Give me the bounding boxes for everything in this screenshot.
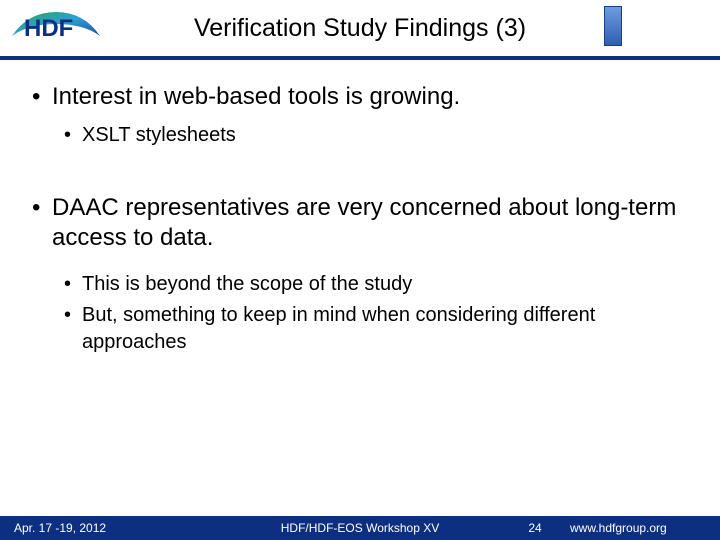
bullet-2-sub-1: This is beyond the scope of the study bbox=[52, 271, 692, 298]
slide-header: HDF Verification Study Findings (3) bbox=[0, 0, 720, 56]
hdf-logo: HDF bbox=[10, 6, 102, 46]
footer-page-number: 24 bbox=[500, 521, 570, 535]
footer-date: Apr. 17 -19, 2012 bbox=[0, 521, 220, 535]
bullet-2: DAAC representatives are very concerned … bbox=[28, 193, 692, 356]
bullet-2-sub-2: But, something to keep in mind when cons… bbox=[52, 302, 692, 356]
bullet-1-sub-1: XSLT stylesheets bbox=[52, 122, 692, 149]
footer-url: www.hdfgroup.org bbox=[570, 521, 720, 535]
footer-center: HDF/HDF-EOS Workshop XV bbox=[220, 521, 500, 535]
title-decor-box bbox=[604, 6, 622, 46]
bullet-1: Interest in web-based tools is growing. … bbox=[28, 82, 692, 149]
slide-body: Interest in web-based tools is growing. … bbox=[0, 60, 720, 356]
slide-footer: Apr. 17 -19, 2012 HDF/HDF-EOS Workshop X… bbox=[0, 516, 720, 540]
bullet-1-text: Interest in web-based tools is growing. bbox=[52, 83, 460, 110]
svg-text:HDF: HDF bbox=[24, 15, 73, 42]
bullet-2-text: DAAC representatives are very concerned … bbox=[52, 194, 676, 251]
